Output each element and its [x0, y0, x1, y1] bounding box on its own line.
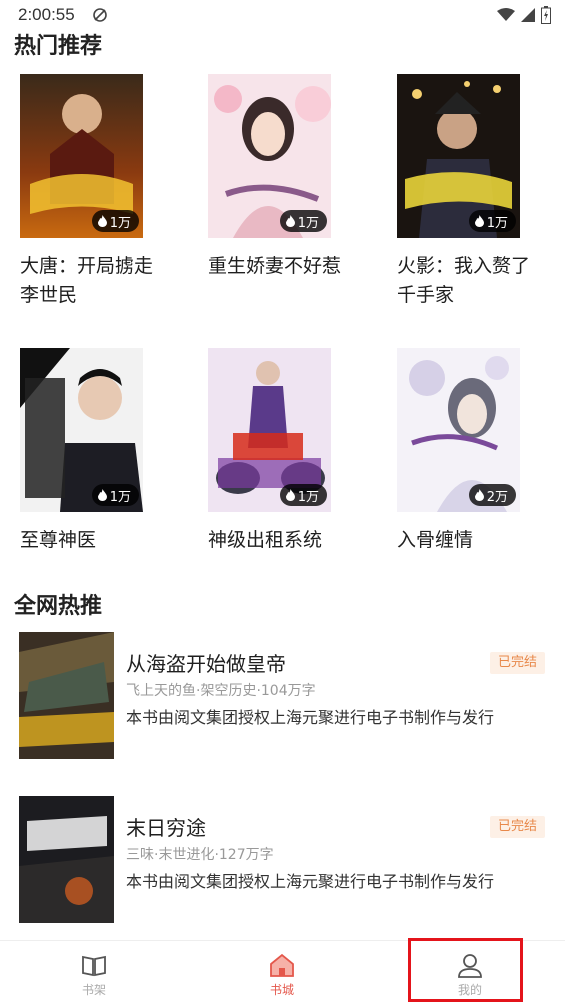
heat-badge: 1万 [468, 210, 516, 232]
book-meta: 飞上天的鱼·架空历史·104万字 [126, 683, 316, 699]
list-item[interactable]: 从海盗开始做皇帝 已完结 飞上天的鱼·架空历史·104万字 本书由阅文集团授权上… [0, 632, 565, 762]
book-title[interactable]: 末日穷途 [126, 812, 206, 841]
wifi-icon [497, 8, 515, 21]
book-card[interactable]: 2万 入骨缠情 [397, 348, 547, 555]
book-card[interactable]: 1万 至尊神医 [20, 348, 170, 555]
status-icons [497, 6, 551, 24]
status-time: 2:00:55 [18, 5, 75, 24]
book-meta: 三味·末世进化·127万字 [126, 847, 274, 863]
book-description: 本书由阅文集团授权上海元聚进行电子书制作与发行 [126, 708, 495, 727]
book-cover[interactable]: 2万 [397, 348, 520, 512]
tab-bookshelf[interactable]: 书架 [34, 941, 154, 1004]
section-title-network: 全网热推 [14, 594, 103, 619]
book-title[interactable]: 大唐：开局掳走李世民 [20, 252, 160, 310]
status-badge: 已完结 [490, 652, 546, 674]
heat-badge: 2万 [468, 484, 516, 506]
book-title[interactable]: 至尊神医 [20, 526, 160, 555]
heat-badge: 1万 [279, 210, 327, 232]
flame-icon [474, 215, 484, 227]
list-item[interactable]: 末日穷途 已完结 三味·末世进化·127万字 本书由阅文集团授权上海元聚进行电子… [0, 796, 565, 926]
book-cover[interactable] [19, 796, 114, 923]
heat-badge: 1万 [279, 484, 327, 506]
book-cover[interactable]: 1万 [20, 348, 143, 512]
heat-badge: 1万 [91, 210, 139, 232]
heat-count: 1万 [297, 215, 319, 231]
heat-count: 2万 [486, 489, 508, 505]
book-cover[interactable]: 1万 [397, 74, 520, 238]
book-card[interactable]: 1万 火影：我入赘了千手家 [397, 74, 547, 310]
highlight-box [408, 938, 523, 1002]
book-title[interactable]: 从海盗开始做皇帝 [126, 648, 286, 677]
home-icon [270, 953, 294, 977]
status-bar: 2:00:55 [0, 0, 565, 30]
book-title[interactable]: 入骨缠情 [397, 526, 537, 555]
signal-icon [521, 8, 535, 22]
book-card[interactable]: 1万 重生娇妻不好惹 [208, 74, 358, 281]
heat-count: 1万 [109, 215, 131, 231]
book-card[interactable]: 1万 神级出租系统 [208, 348, 358, 555]
status-badge: 已完结 [490, 816, 546, 838]
tab-label: 书架 [81, 983, 106, 997]
battery-icon [541, 6, 551, 24]
heat-count: 1万 [109, 489, 131, 505]
tab-bookstore[interactable]: 书城 [222, 941, 342, 1004]
flame-icon [474, 489, 484, 501]
book-cover[interactable] [19, 632, 114, 759]
section-title-hot: 热门推荐 [14, 34, 103, 59]
heat-count: 1万 [486, 215, 508, 231]
app-notification-icon [93, 8, 107, 22]
heat-badge: 1万 [91, 484, 139, 506]
book-description: 本书由阅文集团授权上海元聚进行电子书制作与发行 [126, 872, 495, 891]
tab-label: 书城 [269, 983, 294, 997]
flame-icon [97, 215, 107, 227]
book-cover[interactable]: 1万 [208, 348, 331, 512]
heat-count: 1万 [297, 489, 319, 505]
book-cover[interactable]: 1万 [208, 74, 331, 238]
flame-icon [285, 215, 295, 227]
flame-icon [285, 489, 295, 501]
book-cover[interactable]: 1万 [20, 74, 143, 238]
book-title[interactable]: 重生娇妻不好惹 [208, 252, 348, 281]
book-card[interactable]: 1万 大唐：开局掳走李世民 [20, 74, 170, 310]
flame-icon [97, 489, 107, 501]
book-title[interactable]: 神级出租系统 [208, 526, 348, 555]
book-title[interactable]: 火影：我入赘了千手家 [397, 252, 537, 310]
book-icon [82, 955, 106, 977]
